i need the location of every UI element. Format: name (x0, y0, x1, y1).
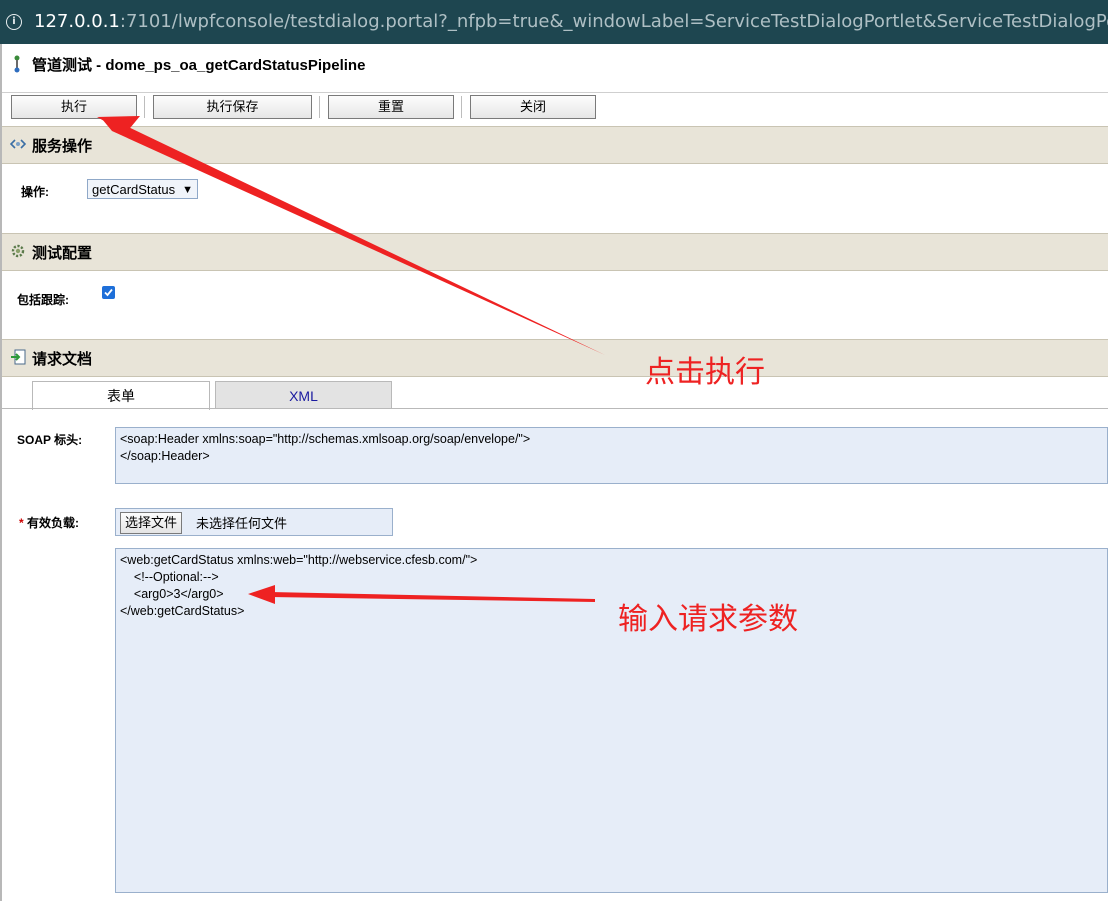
arrow-to-params (270, 592, 595, 602)
annotation-input-params: 输入请求参数 (618, 602, 798, 637)
arrow-to-execute (102, 119, 605, 355)
annotation-arrows (97, 116, 605, 604)
arrowhead-params (248, 585, 275, 604)
annotation-click-execute: 点击执行 (645, 355, 765, 390)
